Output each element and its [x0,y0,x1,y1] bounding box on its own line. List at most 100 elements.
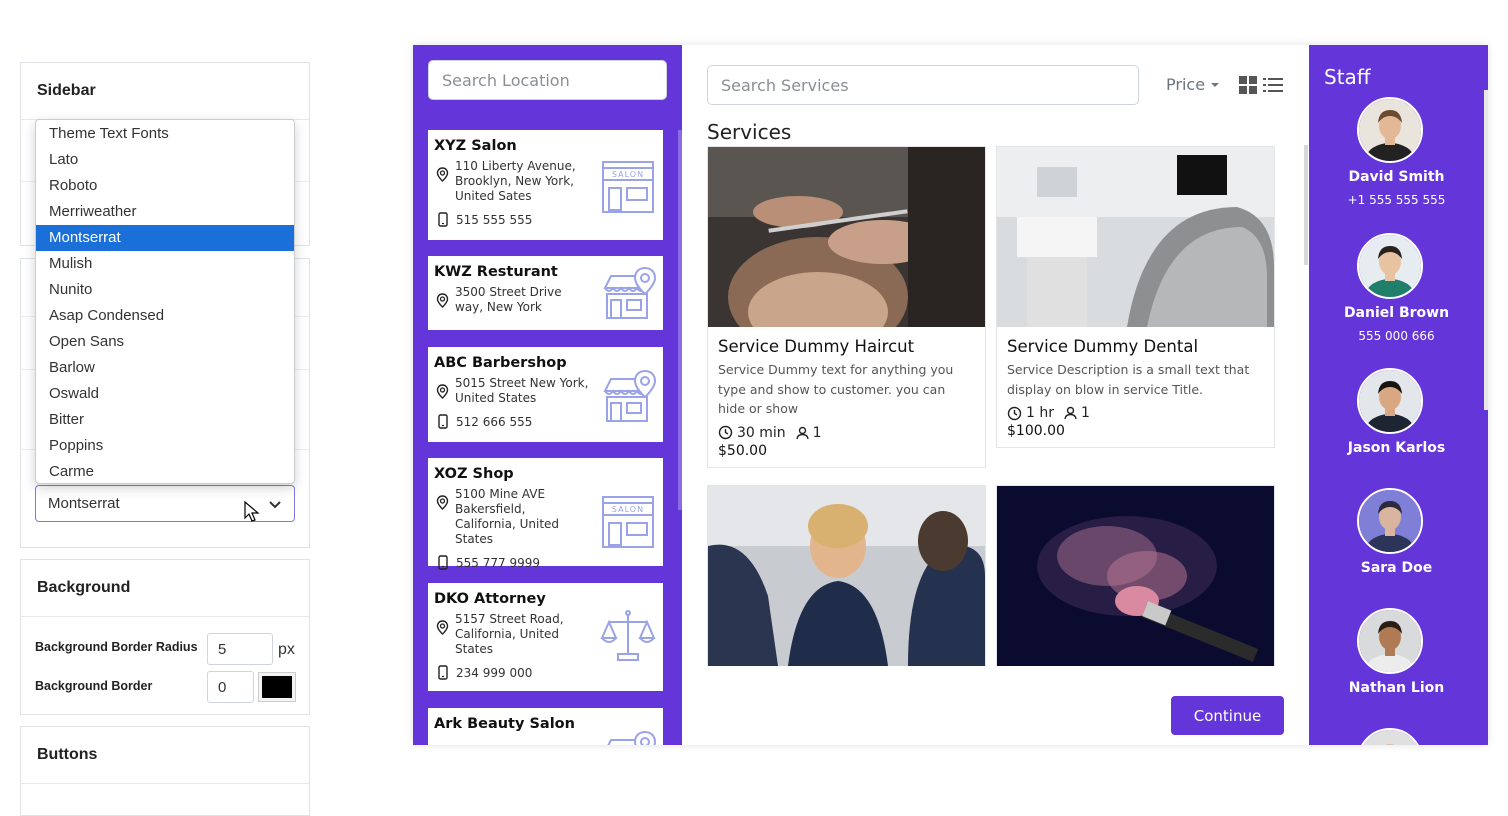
location-card[interactable]: DKO Attorney 5157 Street Road, California… [428,583,663,691]
map-pin-icon [436,495,449,510]
map-pin-icon [436,293,449,308]
service-card[interactable] [707,485,986,666]
location-address-row: 110 Liberty Avenue, Brooklyn, New York, … [434,159,589,204]
font-option[interactable]: Barlow [36,355,294,381]
chevron-down-icon [269,501,281,509]
bg-border-color-picker[interactable] [258,672,296,702]
salon-storefront-icon: SALON [602,161,654,213]
panel-title-sidebar: Sidebar [21,63,309,120]
clock-icon [718,425,733,440]
font-option[interactable]: Oswald [36,381,294,407]
staff-scrollbar[interactable] [1484,90,1488,410]
location-address-row: 3500 Street Drive way, New York [434,285,589,315]
price-sort-label: Price [1166,75,1206,94]
font-option[interactable]: Poppins [36,433,294,459]
view-toggle [1238,75,1284,95]
location-icon-wrap: SALON [599,493,657,556]
location-column: Search Location XYZ Salon 110 Liberty Ave… [413,45,682,745]
service-image [997,486,1274,666]
services-heading: Services [707,120,792,144]
location-address-row: 5100 Mine AVE Bakersfield, California, U… [434,487,589,547]
font-option[interactable]: Mulish [36,251,294,277]
staff-card[interactable]: Sara Doe [1309,488,1484,576]
location-card[interactable]: XOZ Shop 5100 Mine AVE Bakersfield, Calif… [428,458,663,570]
staff-card[interactable]: Daniel Brown 555 000 666 [1309,233,1484,343]
service-description: Service Dummy text for anything you type… [718,362,954,416]
avatar [1356,608,1423,674]
location-phone: 512 666 555 [456,414,533,429]
location-icon-wrap: SALON [599,158,657,221]
bg-border-input[interactable]: 0 [207,671,254,703]
staff-card[interactable]: David Smith +1 555 555 555 [1309,97,1484,207]
booking-widget-preview: Search Location XYZ Salon 110 Liberty Ave… [413,45,1488,745]
font-option[interactable]: Theme Text Fonts [36,121,294,147]
staff-card[interactable]: Jason Karlos [1309,368,1484,456]
service-card[interactable]: Service Dummy Dental Service Description … [996,146,1275,448]
person-icon [1064,406,1077,420]
location-card[interactable]: KWZ Resturant 3500 Street Drive way, New … [428,256,663,330]
avatar [1356,368,1423,434]
avatar [1356,488,1423,554]
location-name: DKO Attorney [434,591,546,607]
caret-down-icon [1211,82,1220,87]
service-meta: 30 min 1 [718,425,975,441]
location-icon-wrap [599,728,657,745]
scales-icon [600,610,656,661]
staff-card[interactable] [1309,728,1484,745]
list-view-icon[interactable] [1262,75,1284,95]
font-option[interactable]: Nunito [36,277,294,303]
font-option[interactable]: Asap Condensed [36,303,294,329]
service-image [708,486,985,666]
location-icon-wrap [599,367,657,430]
location-card[interactable]: ABC Barbershop 5015 Street New York, Unit… [428,347,663,442]
staff-phone: +1 555 555 555 [1347,193,1446,207]
clock-icon [1007,406,1022,420]
service-search-input[interactable]: Search Services [707,65,1139,105]
font-option[interactable]: Montserrat [36,225,294,251]
continue-button[interactable]: Continue [1171,696,1284,735]
svg-text:SALON: SALON [612,505,644,514]
bg-radius-input[interactable]: 5 [207,633,273,665]
font-select-dropdown: Theme Text Fonts Lato Roboto Merriweather Mo… [35,119,295,484]
location-search-input[interactable]: Search Location [428,60,667,100]
staff-phone: 555 000 666 [1358,329,1435,343]
location-card[interactable]: XYZ Salon 110 Liberty Avenue, Brooklyn, N… [428,130,663,240]
font-select-value: Montserrat [48,495,120,512]
panel-title-buttons: Buttons [21,727,309,784]
mobile-phone-icon [438,212,448,227]
store-location-icon [603,369,657,422]
service-body: Service Dummy Haircut Service Dummy text … [708,327,985,467]
font-option[interactable]: Open Sans [36,329,294,355]
service-description: Service Description is a small text that… [1007,362,1250,397]
location-address: 3500 Street Drive way, New York [455,285,562,314]
location-phone: 515 555 555 [456,212,533,227]
location-address: 5100 Mine AVE Bakersfield, California, U… [455,487,560,546]
service-name: Service Dummy Haircut [718,337,915,356]
font-option[interactable]: Lato [36,147,294,173]
bg-radius-label: Background Border Radius [35,640,198,654]
font-option[interactable]: Bitter [36,407,294,433]
location-address: 5157 Street Road, California, United Sta… [455,612,564,656]
service-card[interactable]: Service Dummy Haircut Service Dummy text … [707,146,986,468]
font-option[interactable]: Roboto [36,173,294,199]
staff-name: Daniel Brown [1343,305,1450,321]
services-scrollbar[interactable] [1304,145,1308,265]
avatar [1356,233,1423,299]
mobile-phone-icon [438,665,448,680]
panel-title-background: Background [21,560,309,617]
location-card[interactable]: Ark Beauty Salon [428,708,663,745]
staff-name: Sara Doe [1360,560,1433,576]
staff-card[interactable]: Nathan Lion [1309,608,1484,696]
grid-view-icon[interactable] [1238,75,1258,95]
service-image [997,147,1274,327]
buttons-settings-panel: Buttons [20,726,310,816]
service-card[interactable] [996,485,1275,666]
location-address: 5015 Street New York, United States [455,376,589,405]
location-name: XYZ Salon [434,138,517,154]
font-option[interactable]: Merriweather [36,199,294,225]
location-icon-wrap [599,264,657,327]
staff-column: Staff David Smith +1 555 555 555 Daniel Br… [1309,45,1488,745]
font-option[interactable]: Carme [36,459,294,485]
price-sort-dropdown[interactable]: Price [1166,75,1221,94]
staff-heading: Staff [1324,65,1371,89]
